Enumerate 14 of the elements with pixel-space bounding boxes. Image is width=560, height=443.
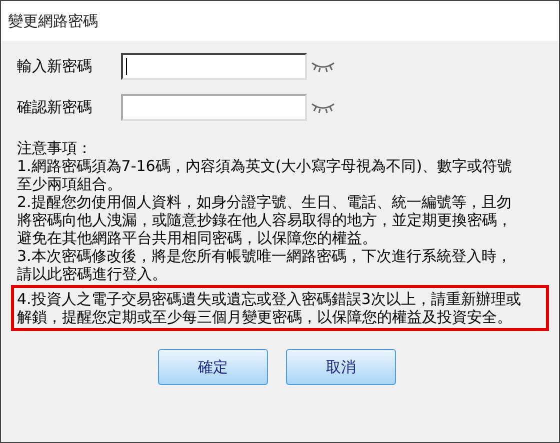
- note-text: 1.網路密碼須為7-16碼，內容須為英文(大小寫字母視為不同)、數字或符號至少兩項組合。: [17, 157, 514, 193]
- closed-eye-icon[interactable]: [311, 102, 335, 114]
- window-title: 變更網路密碼: [8, 10, 98, 32]
- field-label: 輸入新密碼: [17, 56, 93, 78]
- note-text: 2.提醒您勿使用個人資料，如身分證字號、生日、電話、統一編號等，且勿將密碼向他人洩漏，或隨意抄錄在他人容易取得的地方，並定期更換密碼，避免在其他網路平台共用相同密碼，以保障您的權益。: [17, 193, 513, 247]
- field-label: 確認新密碼: [17, 97, 93, 118]
- dialog-button[interactable]: 取消: [286, 349, 396, 385]
- dialog-button[interactable]: 確定: [158, 349, 268, 385]
- password-field[interactable]: [121, 94, 307, 121]
- closed-eye-icon[interactable]: [311, 60, 335, 72]
- password-field[interactable]: [121, 53, 307, 80]
- notes-heading: 注意事項：: [17, 139, 93, 157]
- note-text: 4.投資人之電子交易密碼遺失或遺忘或登入密碼錯誤3次以上，請重新辦理或解鎖，提醒您定期或至少每三個月變更密碼，以保障您的權益及投資安全。: [17, 290, 522, 326]
- note-text: 3.本次密碼修改後，將是您所有帳號唯一網路密碼，下次進行系統登入時，請以此密碼進行登入。: [17, 247, 512, 283]
